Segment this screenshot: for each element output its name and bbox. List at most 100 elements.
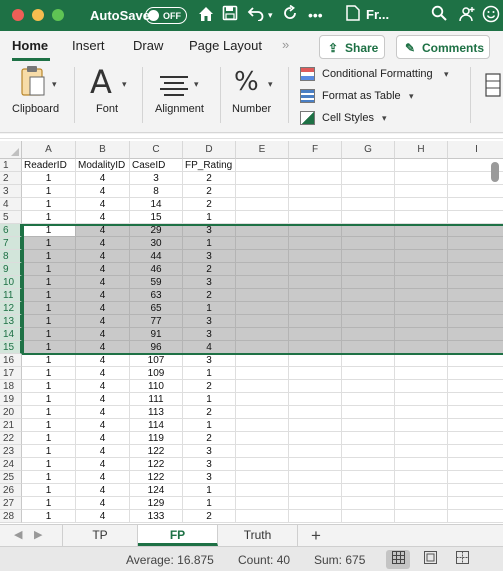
cell[interactable] xyxy=(289,354,342,367)
cell[interactable] xyxy=(236,263,289,276)
row-header[interactable]: 18 xyxy=(0,380,22,393)
cell[interactable]: 2 xyxy=(183,406,236,419)
cell[interactable] xyxy=(448,471,503,484)
cell[interactable]: 29 xyxy=(130,224,183,237)
cell[interactable]: 1 xyxy=(22,224,76,237)
cell[interactable] xyxy=(448,419,503,432)
cell[interactable] xyxy=(342,237,395,250)
cell[interactable] xyxy=(395,471,448,484)
cell[interactable]: 4 xyxy=(76,419,130,432)
cell[interactable]: 107 xyxy=(130,354,183,367)
cell[interactable] xyxy=(395,315,448,328)
cell[interactable]: 4 xyxy=(76,458,130,471)
cell[interactable] xyxy=(342,445,395,458)
cell[interactable]: 122 xyxy=(130,471,183,484)
cell[interactable]: 1 xyxy=(22,302,76,315)
cell[interactable]: 1 xyxy=(22,432,76,445)
cell[interactable] xyxy=(395,380,448,393)
cell[interactable]: 44 xyxy=(130,250,183,263)
cell[interactable] xyxy=(236,302,289,315)
minimize-window-button[interactable] xyxy=(32,9,44,21)
vertical-scrollbar[interactable] xyxy=(491,162,499,182)
cell[interactable]: 96 xyxy=(130,341,183,354)
cell[interactable] xyxy=(289,315,342,328)
cell[interactable] xyxy=(236,354,289,367)
row-header[interactable]: 21 xyxy=(0,419,22,432)
row-header[interactable]: 20 xyxy=(0,406,22,419)
cell[interactable]: 63 xyxy=(130,289,183,302)
tab-insert[interactable]: Insert xyxy=(72,38,105,53)
cell[interactable] xyxy=(289,302,342,315)
cell[interactable] xyxy=(236,211,289,224)
cell[interactable]: 2 xyxy=(183,263,236,276)
header-cell[interactable]: ModalityID xyxy=(76,159,130,172)
cell[interactable] xyxy=(342,354,395,367)
cell[interactable] xyxy=(395,341,448,354)
redo-icon[interactable] xyxy=(282,4,298,27)
cell[interactable]: 124 xyxy=(130,484,183,497)
prev-sheet-icon[interactable]: ◀ xyxy=(14,528,22,541)
cell[interactable]: 4 xyxy=(76,276,130,289)
smiley-icon[interactable] xyxy=(482,5,500,29)
row-header[interactable]: 17 xyxy=(0,367,22,380)
header-cell[interactable] xyxy=(236,159,289,172)
cell[interactable] xyxy=(342,393,395,406)
cell[interactable]: 4 xyxy=(76,367,130,380)
cell[interactable] xyxy=(236,237,289,250)
cell[interactable] xyxy=(448,432,503,445)
header-cell[interactable] xyxy=(289,159,342,172)
cell[interactable] xyxy=(395,497,448,510)
header-cell[interactable]: CaseID xyxy=(130,159,183,172)
format-as-table-button[interactable]: Format as Table ▾ xyxy=(300,88,420,106)
zoom-window-button[interactable] xyxy=(52,9,64,21)
conditional-formatting-button[interactable]: Conditional Formatting ▾ xyxy=(300,66,460,84)
cell[interactable] xyxy=(342,250,395,263)
cell[interactable] xyxy=(342,432,395,445)
header-cell[interactable]: ReaderID xyxy=(22,159,76,172)
cell[interactable]: 2 xyxy=(183,289,236,302)
cell[interactable] xyxy=(289,419,342,432)
cell[interactable]: 4 xyxy=(76,185,130,198)
cell[interactable] xyxy=(395,250,448,263)
share-button[interactable]: ⇪ Share xyxy=(319,35,385,59)
cell[interactable] xyxy=(448,380,503,393)
cell-styles-button[interactable]: Cell Styles ▾ xyxy=(300,110,400,128)
cell[interactable] xyxy=(448,445,503,458)
column-header[interactable]: B xyxy=(76,141,130,159)
cell[interactable]: 1 xyxy=(22,484,76,497)
cell[interactable]: 1 xyxy=(22,172,76,185)
column-header[interactable]: G xyxy=(342,141,395,159)
cell[interactable] xyxy=(342,380,395,393)
cell[interactable]: 3 xyxy=(183,354,236,367)
cell[interactable] xyxy=(289,224,342,237)
cell[interactable]: 4 xyxy=(76,289,130,302)
cell[interactable]: 4 xyxy=(76,380,130,393)
row-header[interactable]: 9 xyxy=(0,263,22,276)
cell[interactable]: 111 xyxy=(130,393,183,406)
cell[interactable]: 1 xyxy=(183,237,236,250)
cell[interactable]: 1 xyxy=(22,419,76,432)
cell[interactable] xyxy=(236,484,289,497)
row-header[interactable]: 11 xyxy=(0,289,22,302)
cell[interactable] xyxy=(236,406,289,419)
row-header[interactable]: 28 xyxy=(0,510,22,523)
cell[interactable] xyxy=(236,510,289,523)
cell[interactable] xyxy=(289,276,342,289)
undo-icon[interactable] xyxy=(247,5,265,27)
cell[interactable]: 2 xyxy=(183,432,236,445)
row-header[interactable]: 23 xyxy=(0,445,22,458)
row-header[interactable]: 3 xyxy=(0,185,22,198)
cell[interactable]: 4 xyxy=(76,471,130,484)
cell[interactable] xyxy=(395,263,448,276)
cell[interactable] xyxy=(236,393,289,406)
cell[interactable] xyxy=(342,185,395,198)
cell[interactable] xyxy=(236,471,289,484)
cell[interactable] xyxy=(342,471,395,484)
cell[interactable] xyxy=(236,224,289,237)
cell[interactable]: 2 xyxy=(183,510,236,523)
clipboard-dropdown-icon[interactable]: ▾ xyxy=(52,79,57,90)
column-header[interactable]: C xyxy=(130,141,183,159)
cell[interactable]: 1 xyxy=(183,302,236,315)
sheet-tab-tp[interactable]: TP xyxy=(62,525,138,546)
row-header[interactable]: 27 xyxy=(0,497,22,510)
